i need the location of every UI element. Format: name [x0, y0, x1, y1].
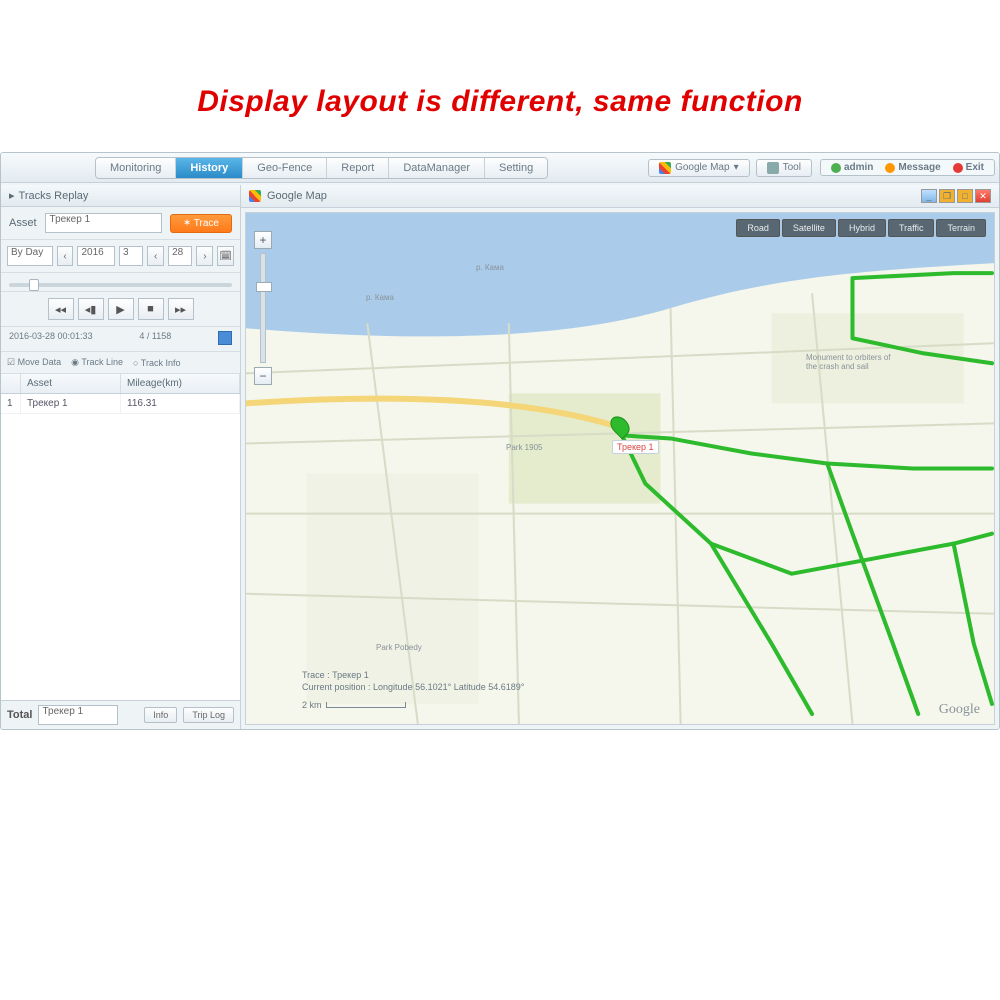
maptype-terrain[interactable]: Terrain [936, 219, 986, 237]
top-toolbar: Monitoring History Geo-Fence Report Data… [1, 153, 999, 183]
app-window: Monitoring History Geo-Fence Report Data… [0, 152, 1000, 730]
map-panel: Google Map _ ❐ □ ✕ [241, 185, 999, 729]
play-button[interactable]: ▶ [108, 298, 134, 320]
user-strip: admin Message Exit [820, 159, 995, 176]
exit-icon [953, 163, 963, 173]
map-type-switch: Road Satellite Hybrid Traffic Terrain [736, 219, 986, 237]
tab-geofence[interactable]: Geo-Fence [243, 158, 327, 178]
playback-controls: ◂◂ ◂▮ ▶ ■ ▸▸ [1, 292, 240, 327]
zoom-out-button[interactable]: − [254, 367, 272, 385]
wrench-icon [767, 162, 779, 174]
tab-history[interactable]: History [176, 158, 243, 178]
prev-period-button[interactable]: ‹ [57, 246, 74, 266]
maptype-traffic[interactable]: Traffic [888, 219, 935, 237]
info-button[interactable]: Info [144, 707, 177, 723]
user-chip[interactable]: admin [831, 162, 873, 173]
year-select[interactable]: 2016 [77, 246, 115, 266]
maptype-hybrid[interactable]: Hybrid [838, 219, 886, 237]
toggle-info-button[interactable] [218, 331, 232, 345]
main-tabs: Monitoring History Geo-Fence Report Data… [95, 157, 548, 179]
track-line-radio[interactable]: ◉ Track Line [71, 357, 123, 368]
message-chip[interactable]: Message [885, 162, 940, 173]
range-select[interactable]: By Day [7, 246, 53, 266]
map-scale: 2 km [302, 700, 406, 710]
timeline-slider[interactable] [9, 283, 232, 287]
fast-forward-button[interactable]: ▸▸ [168, 298, 194, 320]
maptype-satellite[interactable]: Satellite [782, 219, 836, 237]
map-title-label: Google Map [267, 190, 327, 202]
tool-label: Tool [783, 162, 801, 173]
zoom-slider[interactable] [260, 253, 266, 363]
google-icon [249, 190, 261, 202]
map-provider-select[interactable]: Google Map ▾ [648, 159, 750, 177]
day-select[interactable]: 28 [168, 246, 192, 266]
asset-label: Asset [9, 217, 37, 229]
month-select[interactable]: 3 [119, 246, 143, 266]
user-icon [831, 163, 841, 173]
trace-button[interactable]: ✶ Trace [170, 214, 232, 233]
track-info-radio[interactable]: ○ Track Info [133, 358, 180, 368]
google-logo: Google [939, 702, 980, 718]
chevron-down-icon: ▾ [734, 162, 739, 173]
window-close-button[interactable]: ✕ [975, 189, 991, 203]
sidebar-title: ▸ Tracks Replay [1, 185, 240, 207]
zoom-control: + − [254, 231, 272, 385]
tab-report[interactable]: Report [327, 158, 389, 178]
vehicle-marker[interactable]: Трекер 1 [612, 415, 659, 454]
sidebar-tracks-replay: ▸ Tracks Replay Asset Трекер 1 ✶ Trace B… [1, 185, 241, 729]
slider-handle[interactable] [29, 279, 39, 291]
google-icon [659, 162, 671, 174]
tool-button[interactable]: Tool [756, 159, 812, 177]
marker-label: Трекер 1 [612, 440, 659, 454]
stop-button[interactable]: ■ [138, 298, 164, 320]
rewind-button[interactable]: ◂◂ [48, 298, 74, 320]
play-icon: ▸ [9, 189, 15, 202]
calendar-button[interactable]: 🗓 [217, 246, 234, 266]
move-data-checkbox[interactable]: ☑ Move Data [7, 357, 61, 368]
zoom-handle[interactable] [256, 282, 272, 292]
tab-datamanager[interactable]: DataManager [389, 158, 485, 178]
trip-log-button[interactable]: Trip Log [183, 707, 234, 723]
footer-total-label: Total [7, 709, 32, 721]
window-maximize-button[interactable]: □ [957, 189, 973, 203]
timestamp-label: 2016-03-28 00:01:33 [9, 331, 93, 345]
tab-monitoring[interactable]: Monitoring [96, 158, 176, 178]
zoom-in-button[interactable]: + [254, 231, 272, 249]
window-restore-button[interactable]: ❐ [939, 189, 955, 203]
window-minimize-button[interactable]: _ [921, 189, 937, 203]
mileage-table-header: Asset Mileage(km) [1, 374, 240, 394]
step-back-button[interactable]: ◂▮ [78, 298, 104, 320]
prev-day-button[interactable]: ‹ [147, 246, 164, 266]
exit-chip[interactable]: Exit [953, 162, 984, 173]
mileage-table-body: 1 Трекер 1 116.31 [1, 394, 240, 700]
progress-label: 4 / 1158 [139, 331, 171, 345]
map-provider-label: Google Map [675, 162, 729, 173]
asset-select[interactable]: Трекер 1 [45, 213, 162, 233]
footer-asset-select[interactable]: Трекер 1 [38, 705, 118, 725]
message-icon [885, 163, 895, 173]
annotation-headline: Display layout is different, same functi… [0, 85, 1000, 119]
trace-info: Trace : Трекер 1 Current position : Long… [302, 669, 524, 694]
map-canvas[interactable]: + − Road Satellite Hybrid Traffic Terrai… [245, 212, 995, 725]
tab-setting[interactable]: Setting [485, 158, 547, 178]
maptype-road[interactable]: Road [736, 219, 780, 237]
next-day-button[interactable]: › [196, 246, 213, 266]
table-row[interactable]: 1 Трекер 1 116.31 [1, 394, 240, 414]
